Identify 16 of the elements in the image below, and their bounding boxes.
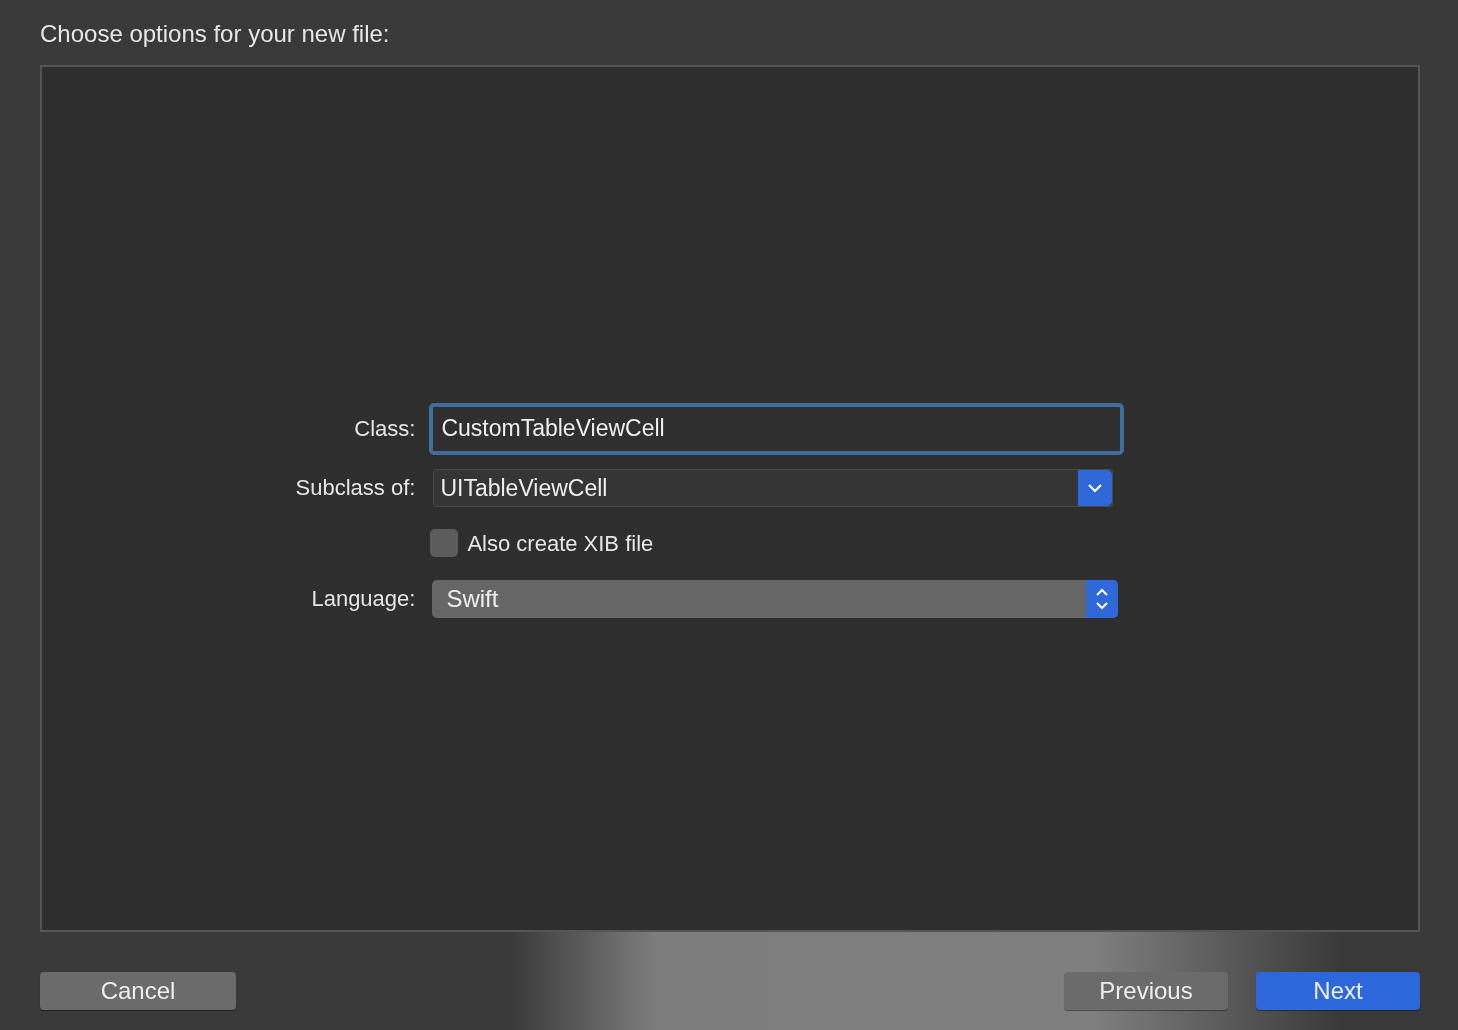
checkbox[interactable] (430, 529, 459, 558)
chevron-down-icon (1078, 469, 1113, 506)
checkbox-label: Also create XIB file (467, 529, 654, 558)
dialog-button[interactable]: Previous (1064, 972, 1228, 1010)
field-label: Subclass of: (295, 474, 416, 503)
dialog-button[interactable]: Cancel (40, 972, 236, 1010)
popup-value: UITableViewCell (440, 473, 608, 503)
up-down-chevron-icon (1086, 579, 1119, 618)
field-label: Class: (353, 415, 416, 444)
popup-menu[interactable]: UITableViewCell (433, 468, 1114, 507)
popup-value: Swift (446, 583, 499, 614)
default-dialog-button[interactable]: Next (1256, 972, 1420, 1010)
class-name-field[interactable]: CustomTableViewCell (429, 402, 1125, 455)
dialog-title: Choose options for your new file: (40, 20, 391, 49)
popup-menu[interactable]: Swift (432, 579, 1119, 618)
field-label: Language: (310, 585, 416, 614)
